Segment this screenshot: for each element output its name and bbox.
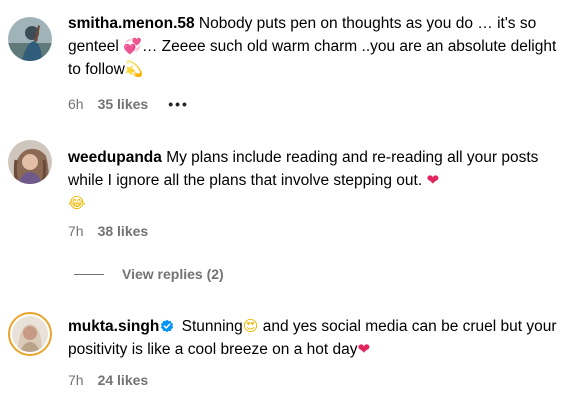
comment-meta: 7h 24 likes [68,372,148,388]
dizzy-emoji: 💫 [124,60,144,78]
comment-meta: 7h 38 likes [68,223,148,239]
comment-username[interactable]: smitha.menon.58 [68,15,195,32]
comment-likes[interactable]: 24 likes [98,372,149,388]
view-replies-label[interactable]: View replies (2) [122,266,224,282]
avatar[interactable] [8,312,52,356]
comment-time[interactable]: 7h [68,223,84,239]
comment-time[interactable]: 6h [68,96,84,112]
verified-badge-icon [161,319,174,333]
more-options-icon[interactable]: ••• [168,96,189,112]
comment-likes[interactable]: 35 likes [98,96,149,112]
avatar[interactable] [8,17,52,61]
comment-text: mukta.singh Stunning😍 and yes social med… [68,315,560,361]
comment-text: weedupanda My plans include reading and … [68,146,560,215]
comment-meta: 6h 35 likes ••• [68,96,189,112]
avatar[interactable] [8,140,52,184]
replies-divider [74,273,104,275]
red-heart-emoji: ❤ [426,171,440,189]
tears-of-joy-emoji: 😂 [68,194,86,212]
comment-body: Stunning [177,318,243,335]
comment-time[interactable]: 7h [68,372,84,388]
view-replies-button[interactable]: View replies (2) [74,266,224,282]
comment-text: smitha.menon.58 Nobody puts pen on thoug… [68,12,560,81]
heart-eyes-emoji: 😍 [242,317,259,335]
revolving-hearts-emoji: 💞 [123,37,142,55]
red-heart-emoji: ❤ [357,340,371,358]
comment-username[interactable]: mukta.singh [68,318,159,335]
comment-username[interactable]: weedupanda [68,149,162,166]
comment-likes[interactable]: 38 likes [98,223,149,239]
